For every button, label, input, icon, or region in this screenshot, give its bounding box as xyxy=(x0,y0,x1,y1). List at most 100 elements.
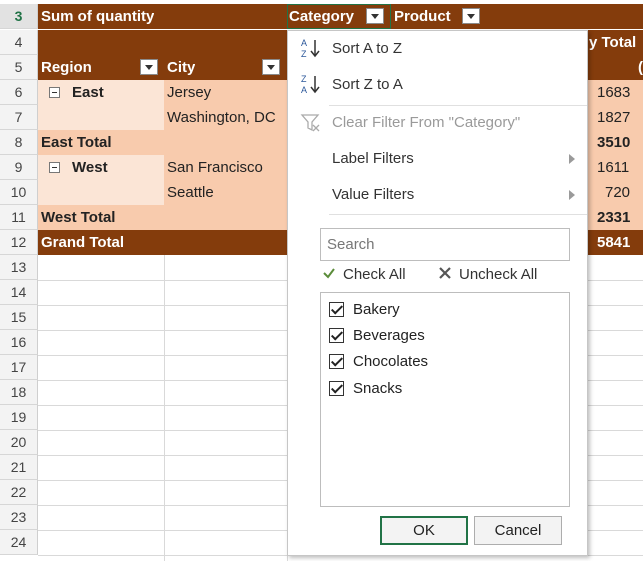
city-field-label: City xyxy=(167,59,196,76)
gridline xyxy=(164,255,165,561)
uncheck-all-icon[interactable] xyxy=(438,266,452,284)
row-header[interactable]: 6 xyxy=(0,80,38,105)
east-region-label: East xyxy=(72,84,104,101)
east-total-label: East Total xyxy=(41,134,112,151)
washington-value: 1827 xyxy=(597,109,631,126)
west-region-label: West xyxy=(72,159,108,176)
row-header[interactable]: 8 xyxy=(0,130,38,155)
row-header[interactable]: 22 xyxy=(0,480,38,505)
category-filter-dropdown-button[interactable] xyxy=(366,8,384,24)
region-filter-dropdown-button[interactable] xyxy=(140,59,158,75)
row-header[interactable]: 15 xyxy=(0,305,38,330)
row-number: 4 xyxy=(14,34,23,50)
row-header[interactable]: 14 xyxy=(0,280,38,305)
list-item[interactable]: Snacks xyxy=(321,376,569,400)
product-filter-dropdown-button[interactable] xyxy=(462,8,480,24)
row-header[interactable]: 9 xyxy=(0,155,38,180)
svg-text:A: A xyxy=(301,38,307,48)
row-number: 11 xyxy=(11,209,26,225)
uncheck-all-button[interactable]: Uncheck All xyxy=(459,266,537,283)
row-header[interactable]: 21 xyxy=(0,455,38,480)
west-total-value: 2331 xyxy=(597,209,631,226)
san-francisco-city-label: San Francisco xyxy=(167,159,263,176)
clear-filter-icon xyxy=(300,112,322,134)
clear-filter-item: Clear Filter From "Category" xyxy=(332,114,521,131)
row-header[interactable]: 12 xyxy=(0,230,38,255)
chocolates-label: Chocolates xyxy=(353,353,429,370)
menu-separator xyxy=(329,214,587,215)
sort-ascending-icon: A Z xyxy=(300,37,322,59)
filter-items-list[interactable]: Bakery Beverages Chocolates Snacks xyxy=(320,292,570,507)
chocolates-checkbox[interactable] xyxy=(329,354,344,369)
sort-z-to-a-item[interactable]: Sort Z to A xyxy=(332,76,403,93)
collapse-east-icon[interactable] xyxy=(49,87,60,98)
beverages-checkbox[interactable] xyxy=(329,328,344,343)
row-header[interactable]: 23 xyxy=(0,505,38,530)
row-number: 21 xyxy=(10,459,27,475)
row-header[interactable]: 5 xyxy=(0,55,38,80)
row-number: 13 xyxy=(10,259,27,275)
bakery-checkbox[interactable] xyxy=(329,302,344,317)
grand-total-value: 5841 xyxy=(597,234,631,251)
row-number: 14 xyxy=(10,284,27,300)
san-francisco-value: 1611 xyxy=(597,159,630,176)
menu-separator xyxy=(329,105,587,106)
row-number: 19 xyxy=(10,409,27,425)
seattle-value: 720 xyxy=(605,184,631,201)
row-number: 23 xyxy=(10,509,27,525)
washington-city-label: Washington, DC xyxy=(167,109,276,126)
row-number: 17 xyxy=(10,359,27,375)
row-header[interactable]: 20 xyxy=(0,430,38,455)
row-number: 8 xyxy=(14,134,23,150)
filter-search-input[interactable] xyxy=(320,228,570,261)
category-filter-menu: A Z Sort A to Z Z A Sort Z to A Clear Fi… xyxy=(287,30,588,556)
ok-button[interactable]: OK xyxy=(380,516,468,545)
row-number: 6 xyxy=(14,84,23,100)
list-item[interactable]: Beverages xyxy=(321,323,569,347)
category-field-label: Category xyxy=(289,8,355,25)
svg-text:Z: Z xyxy=(301,49,307,59)
check-all-icon[interactable] xyxy=(322,266,336,284)
row-header[interactable]: 11 xyxy=(0,205,38,230)
bakery-label: Bakery xyxy=(353,301,400,318)
row-number: 7 xyxy=(14,109,23,125)
seattle-city-label: Seattle xyxy=(167,184,214,201)
city-filter-dropdown-button[interactable] xyxy=(262,59,280,75)
west-total-label: West Total xyxy=(41,209,116,226)
value-filters-item[interactable]: Value Filters xyxy=(332,186,414,203)
row-number: 12 xyxy=(10,234,27,250)
sort-a-to-z-item[interactable]: Sort A to Z xyxy=(332,40,402,57)
grand-total-column-header: y Total xyxy=(589,34,637,51)
east-total-value: 3510 xyxy=(597,134,631,151)
row-number: 3 xyxy=(14,8,23,24)
collapse-west-icon[interactable] xyxy=(49,162,60,173)
svg-text:A: A xyxy=(301,85,307,95)
pivot-sum-label: Sum of quantity xyxy=(41,8,155,25)
list-item[interactable]: Bakery xyxy=(321,297,569,321)
row-header[interactable]: 10 xyxy=(0,180,38,205)
list-item[interactable]: Chocolates xyxy=(321,349,569,373)
row-header[interactable]: 7 xyxy=(0,105,38,130)
row-number: 16 xyxy=(10,334,27,350)
grand-total-label: Grand Total xyxy=(41,234,125,251)
cancel-button[interactable]: Cancel xyxy=(474,516,562,545)
row-header[interactable]: 4 xyxy=(0,30,38,55)
label-filters-item[interactable]: Label Filters xyxy=(332,150,414,167)
row-header[interactable]: 19 xyxy=(0,405,38,430)
snacks-checkbox[interactable] xyxy=(329,381,344,396)
row-number: 15 xyxy=(10,309,27,325)
row-number: 24 xyxy=(10,534,27,550)
jersey-value: 1683 xyxy=(597,84,631,101)
row-header[interactable]: 18 xyxy=(0,380,38,405)
row-header[interactable]: 17 xyxy=(0,355,38,380)
row-header[interactable]: 3 xyxy=(0,4,38,29)
row-header[interactable]: 13 xyxy=(0,255,38,280)
column-header-partial: ( xyxy=(638,59,643,76)
row-header[interactable]: 24 xyxy=(0,530,38,555)
row-header[interactable]: 16 xyxy=(0,330,38,355)
row-number: 9 xyxy=(14,159,23,175)
row-number: 18 xyxy=(10,384,27,400)
row-number: 5 xyxy=(14,59,23,75)
row-number: 20 xyxy=(10,434,27,450)
check-all-button[interactable]: Check All xyxy=(343,266,406,283)
